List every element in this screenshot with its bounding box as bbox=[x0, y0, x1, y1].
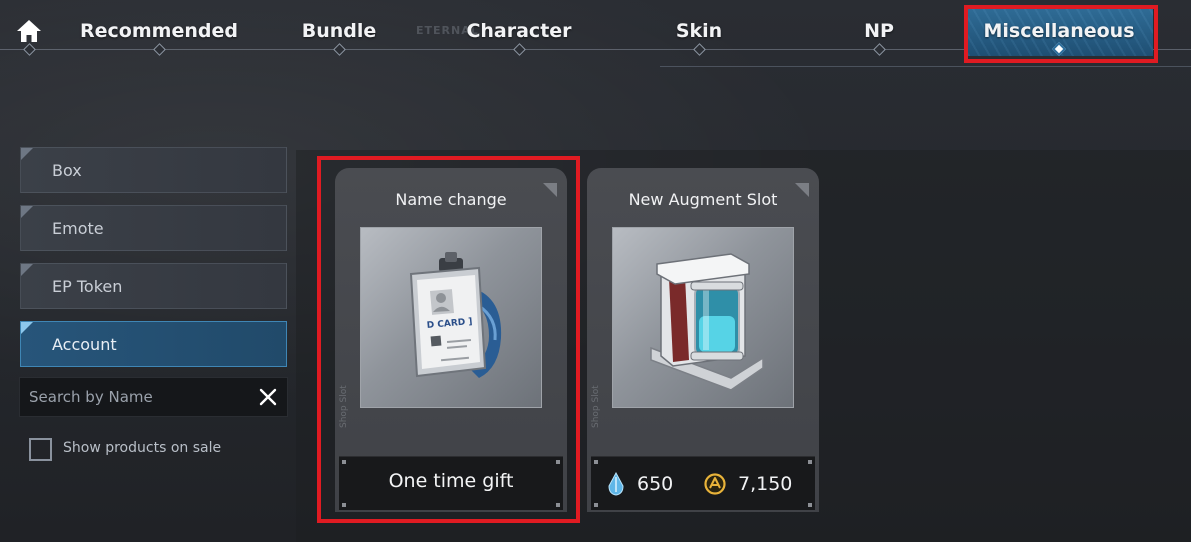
price-gold: 7,150 bbox=[704, 471, 792, 497]
corner-marker bbox=[21, 148, 33, 160]
tab-bundle[interactable]: Bundle bbox=[294, 16, 384, 46]
price-amount: 650 bbox=[637, 473, 674, 495]
tab-skin[interactable]: Skin bbox=[664, 16, 734, 46]
sidebar-item-emote[interactable]: Emote bbox=[20, 205, 287, 251]
clear-search-button[interactable] bbox=[249, 378, 287, 416]
home-button[interactable] bbox=[14, 16, 44, 46]
footer-corner-dot bbox=[556, 503, 560, 507]
corner-marker bbox=[21, 264, 33, 276]
sidebar-item-label: Box bbox=[52, 160, 82, 180]
sidebar-item-account[interactable]: Account bbox=[20, 321, 287, 367]
sidebar-item-box[interactable]: Box bbox=[20, 147, 287, 193]
nav-decoration bbox=[660, 66, 1191, 70]
card-side-text: Shop Slot bbox=[591, 385, 601, 428]
product-title: Name change bbox=[395, 190, 507, 209]
product-footer: 650 7,150 bbox=[591, 456, 815, 510]
sale-filter-label: Show products on sale bbox=[63, 440, 222, 456]
footer-corner-dot bbox=[594, 460, 598, 464]
augment-capsule-icon bbox=[650, 253, 764, 391]
footer-corner-dot bbox=[342, 503, 346, 507]
price-crystal: 650 bbox=[607, 471, 673, 497]
sale-filter-checkbox[interactable] bbox=[29, 438, 52, 461]
corner-marker bbox=[21, 322, 33, 334]
footer-corner-dot bbox=[594, 503, 598, 507]
id-card-icon: D CARD ] bbox=[409, 252, 502, 378]
footer-corner-dot bbox=[808, 503, 812, 507]
sidebar-item-ep-token[interactable]: EP Token bbox=[20, 263, 287, 309]
product-title: New Augment Slot bbox=[628, 190, 778, 209]
search-input[interactable] bbox=[20, 378, 249, 416]
home-icon bbox=[17, 20, 41, 42]
crystal-currency-icon bbox=[607, 472, 625, 496]
product-image bbox=[612, 227, 794, 408]
product-image: D CARD ] bbox=[360, 227, 542, 408]
tab-recommended[interactable]: Recommended bbox=[80, 16, 238, 46]
tab-np[interactable]: NP bbox=[849, 16, 909, 46]
sidebar-item-label: EP Token bbox=[52, 276, 123, 296]
product-footer: One time gift bbox=[339, 456, 563, 510]
corner-marker bbox=[21, 206, 33, 218]
tab-character[interactable]: Character bbox=[464, 16, 574, 46]
sidebar-item-label: Account bbox=[52, 334, 117, 354]
close-icon bbox=[259, 388, 277, 406]
footer-corner-dot bbox=[342, 460, 346, 464]
price-amount: 7,150 bbox=[738, 473, 793, 495]
search-field bbox=[19, 377, 288, 417]
card-side-text: Shop Slot bbox=[339, 385, 349, 428]
top-navigation: ETERNAL Recommended Bundle Character Ski… bbox=[0, 0, 1191, 67]
footer-corner-dot bbox=[556, 460, 560, 464]
sidebar-item-label: Emote bbox=[52, 218, 104, 238]
product-card-name-change[interactable]: Name change D CARD ] Shop Slot One time … bbox=[335, 168, 567, 512]
gift-label: One time gift bbox=[388, 470, 514, 492]
product-card-new-augment-slot[interactable]: New Augment Slot Shop Slot 650 7,150 bbox=[587, 168, 819, 512]
footer-corner-dot bbox=[808, 460, 812, 464]
shop-screen: ETERNAL Recommended Bundle Character Ski… bbox=[0, 0, 1191, 542]
gold-coin-currency-icon bbox=[704, 473, 726, 495]
